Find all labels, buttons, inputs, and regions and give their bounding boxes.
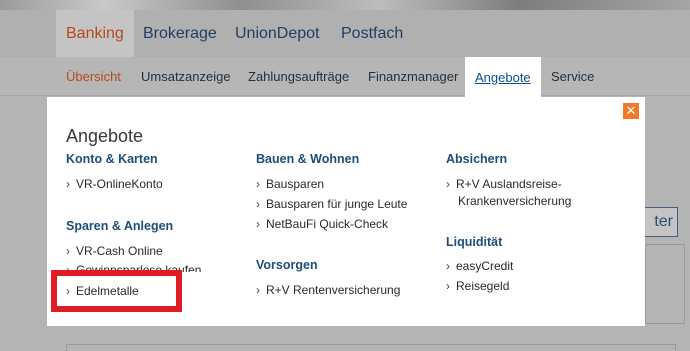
heading-vorsorgen: Vorsorgen — [256, 258, 318, 272]
chevron-right-icon: › — [256, 217, 260, 231]
chevron-right-icon: › — [66, 244, 70, 258]
subnav-uebersicht[interactable]: Übersicht — [58, 57, 129, 96]
highlight-box — [51, 270, 182, 312]
heading-bauen-wohnen: Bauen & Wohnen — [256, 152, 360, 166]
link-rv-rentenversicherung[interactable]: › R+V Rentenversicherung — [256, 282, 400, 299]
tab-uniondepot[interactable]: UnionDepot — [225, 10, 330, 57]
background-panel — [645, 244, 685, 324]
subnav-umsatzanzeige[interactable]: Umsatzanzeige — [133, 57, 239, 96]
chevron-right-icon: › — [446, 177, 450, 191]
chevron-right-icon: › — [256, 177, 260, 191]
header-photo-strip — [0, 0, 690, 10]
background-panel-bottom — [66, 344, 676, 351]
link-bausparen-junge-leute[interactable]: › Bausparen für junge Leute — [256, 196, 407, 213]
tab-banking[interactable]: Banking — [56, 10, 134, 57]
link-reisegeld[interactable]: › Reisegeld — [446, 278, 509, 295]
chevron-right-icon: › — [446, 279, 450, 293]
main-nav: Banking Brokerage UnionDepot Postfach — [0, 10, 690, 57]
chevron-right-icon: › — [256, 197, 260, 211]
close-icon[interactable]: ✕ — [623, 103, 639, 119]
tab-postfach[interactable]: Postfach — [331, 10, 413, 57]
heading-absichern: Absichern — [446, 152, 508, 166]
link-bausparen[interactable]: › Bausparen — [256, 176, 324, 193]
link-easycredit[interactable]: › easyCredit — [446, 258, 513, 275]
link-vr-onlinekonto[interactable]: › VR-OnlineKonto — [66, 176, 163, 193]
subnav-service[interactable]: Service — [543, 57, 602, 96]
subnav-finanzmanager[interactable]: Finanzmanager — [360, 57, 466, 96]
heading-liquiditaet: Liquidität — [446, 235, 503, 249]
link-vr-cash-online[interactable]: › VR-Cash Online — [66, 243, 163, 260]
chevron-right-icon: › — [66, 177, 70, 191]
modal-title: Angebote — [66, 126, 144, 146]
chevron-right-icon: › — [446, 259, 450, 273]
subnav-zahlungsauftraege[interactable]: Zahlungsaufträge — [240, 57, 357, 96]
heading-konto-karten: Konto & Karten — [66, 152, 158, 166]
subnav-angebote[interactable]: Angebote — [465, 57, 541, 97]
chevron-right-icon: › — [256, 283, 260, 297]
heading-sparen-anlegen: Sparen & Anlegen — [66, 219, 174, 233]
link-netbaufi-quick-check[interactable]: › NetBauFi Quick-Check — [256, 216, 388, 233]
tab-brokerage[interactable]: Brokerage — [133, 10, 227, 57]
link-rv-auslandsreise[interactable]: › R+V Auslandsreise- Krankenversicherung — [446, 176, 571, 210]
sub-nav: Übersicht Umsatzanzeige Zahlungsaufträge… — [0, 57, 690, 97]
